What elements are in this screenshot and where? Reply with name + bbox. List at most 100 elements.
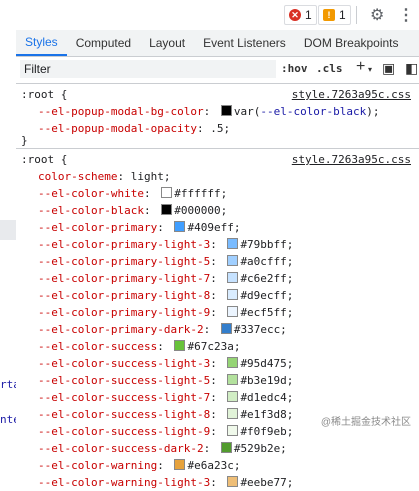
property-name: --el-color-primary-light-8	[38, 289, 211, 302]
property-value: #a0cfff;	[240, 255, 294, 268]
declaration[interactable]: --el-color-primary-light-3: #79bbff;	[38, 236, 293, 253]
hov-button[interactable]: :hov	[281, 62, 308, 75]
declaration[interactable]: --el-popup-modal-opacity: .5;	[38, 120, 230, 137]
property-name: --el-color-primary-dark-2	[38, 323, 204, 336]
property-name: --el-popup-modal-bg-color	[38, 105, 204, 118]
property-value: #b3e19d;	[240, 374, 294, 387]
toggle-rendering-icon[interactable]: ▣	[382, 60, 395, 77]
color-swatch[interactable]	[174, 221, 186, 232]
declaration[interactable]: --el-color-primary-light-7: #c6e2ff;	[38, 270, 293, 287]
error-count: 1	[305, 8, 312, 22]
tab-dom-breakpoints[interactable]: DOM Breakpoints	[295, 30, 408, 56]
cls-button[interactable]: .cls	[316, 62, 343, 75]
declaration[interactable]: --el-color-warning: #e6a23c;	[38, 457, 240, 474]
declaration[interactable]: --el-color-white: #ffffff;	[38, 185, 227, 202]
declaration[interactable]: --el-color-success-light-9: #f0f9eb;	[38, 423, 293, 440]
color-swatch[interactable]	[227, 289, 239, 300]
property-name: --el-color-primary-light-9	[38, 306, 211, 319]
divider	[356, 6, 357, 24]
property-value: .5;	[210, 122, 231, 135]
color-swatch[interactable]	[227, 425, 239, 436]
color-swatch[interactable]	[220, 105, 232, 116]
property-name: color-scheme	[38, 170, 118, 183]
error-count-button[interactable]: ✕ 1	[284, 5, 317, 25]
color-swatch[interactable]	[161, 187, 173, 198]
declaration[interactable]: color-scheme: light;	[38, 168, 170, 185]
color-swatch[interactable]	[174, 340, 186, 351]
property-value: #eebe77;	[240, 476, 294, 489]
property-name: --el-color-success-light-9	[38, 425, 211, 438]
new-style-rule-button[interactable]: +	[356, 58, 365, 76]
property-name: --el-color-success-dark-2	[38, 442, 204, 455]
declaration[interactable]: --el-color-primary-light-9: #ecf5ff;	[38, 304, 293, 321]
property-value: #409eff;	[187, 221, 241, 234]
tab-styles[interactable]: Styles	[16, 30, 67, 56]
property-name: --el-color-black	[38, 204, 144, 217]
property-name: --el-color-success-light-3	[38, 357, 211, 370]
declaration[interactable]: --el-color-warning-light-3: #eebe77;	[38, 474, 293, 491]
filter-input[interactable]	[20, 60, 276, 78]
more-options-icon[interactable]: ⋮	[398, 5, 414, 25]
property-value: light;	[130, 170, 171, 183]
property-value: #95d475;	[240, 357, 294, 370]
property-name: --el-color-primary	[38, 221, 158, 234]
watermark: @稀土掘金技术社区	[320, 413, 411, 428]
warning-icon: !	[323, 9, 335, 21]
declaration[interactable]: --el-color-success-light-3: #95d475;	[38, 355, 293, 372]
color-swatch[interactable]	[220, 442, 232, 453]
property-value: #ffffff;	[174, 187, 228, 200]
property-value: #79bbff;	[240, 238, 294, 251]
property-value: #d9ecff;	[240, 289, 294, 302]
elements-panel-edge: rta nte	[0, 0, 20, 440]
declaration[interactable]: --el-color-success-light-5: #b3e19d;	[38, 372, 293, 389]
color-swatch[interactable]	[227, 306, 239, 317]
declaration[interactable]: --el-color-success-light-7: #d1edc4;	[38, 389, 293, 406]
color-swatch[interactable]	[227, 408, 239, 419]
warning-count: 1	[339, 8, 346, 22]
property-value: #c6e2ff;	[240, 272, 294, 285]
color-swatch[interactable]	[227, 374, 239, 385]
property-value: #ecf5ff;	[240, 306, 294, 319]
color-swatch[interactable]	[174, 459, 186, 470]
property-name: --el-color-warning-light-3	[38, 476, 211, 489]
property-name: --el-color-success	[38, 340, 158, 353]
style-rule: :root { style.7263a95c.css color-scheme:…	[16, 149, 419, 489]
color-swatch[interactable]	[227, 255, 239, 266]
sidebar-tabs: Styles Computed Layout Event Listeners D…	[16, 30, 419, 57]
warning-count-button[interactable]: ! 1	[318, 5, 351, 25]
variable-link[interactable]: --el-color-black	[260, 105, 366, 118]
declaration[interactable]: --el-color-success-dark-2: #529b2e;	[38, 440, 287, 457]
property-name: --el-color-success-light-7	[38, 391, 211, 404]
declaration[interactable]: --el-color-black: #000000;	[38, 202, 227, 219]
tab-layout[interactable]: Layout	[140, 30, 194, 56]
declaration[interactable]: --el-color-primary-dark-2: #337ecc;	[38, 321, 287, 338]
property-name: --el-color-success-light-5	[38, 374, 211, 387]
property-value: #e6a23c;	[187, 459, 241, 472]
rule-selector: :root {	[21, 88, 68, 101]
property-name: --el-color-primary-light-3	[38, 238, 211, 251]
computed-sidebar-icon[interactable]: ◧	[405, 60, 418, 77]
rule-source-link[interactable]: style.7263a95c.css	[292, 86, 411, 103]
color-swatch[interactable]	[227, 476, 239, 487]
declaration[interactable]: --el-color-success-light-8: #e1f3d8;	[38, 406, 293, 423]
declaration[interactable]: --el-popup-modal-bg-color: var(--el-colo…	[38, 103, 380, 120]
color-swatch[interactable]	[220, 323, 232, 334]
selected-node-highlight	[0, 220, 16, 240]
tab-event-listeners[interactable]: Event Listeners	[194, 30, 295, 56]
color-swatch[interactable]	[227, 391, 239, 402]
chevron-down-icon[interactable]: ▾	[368, 65, 372, 74]
declaration[interactable]: --el-color-primary: #409eff;	[38, 219, 240, 236]
declaration[interactable]: --el-color-success: #67c23a;	[38, 338, 240, 355]
property-name: --el-color-white	[38, 187, 144, 200]
color-swatch[interactable]	[227, 238, 239, 249]
gear-icon[interactable]: ⚙	[370, 5, 384, 25]
color-swatch[interactable]	[227, 357, 239, 368]
declaration[interactable]: --el-color-primary-light-5: #a0cfff;	[38, 253, 293, 270]
rule-source-link[interactable]: style.7263a95c.css	[292, 151, 411, 168]
color-swatch[interactable]	[227, 272, 239, 283]
styles-filter-bar: :hov .cls + ▾ ▣ ◧	[16, 57, 419, 84]
declaration[interactable]: --el-color-primary-light-8: #d9ecff;	[38, 287, 293, 304]
color-swatch[interactable]	[161, 204, 173, 215]
tab-computed[interactable]: Computed	[67, 30, 140, 56]
property-value: #f0f9eb;	[240, 425, 294, 438]
